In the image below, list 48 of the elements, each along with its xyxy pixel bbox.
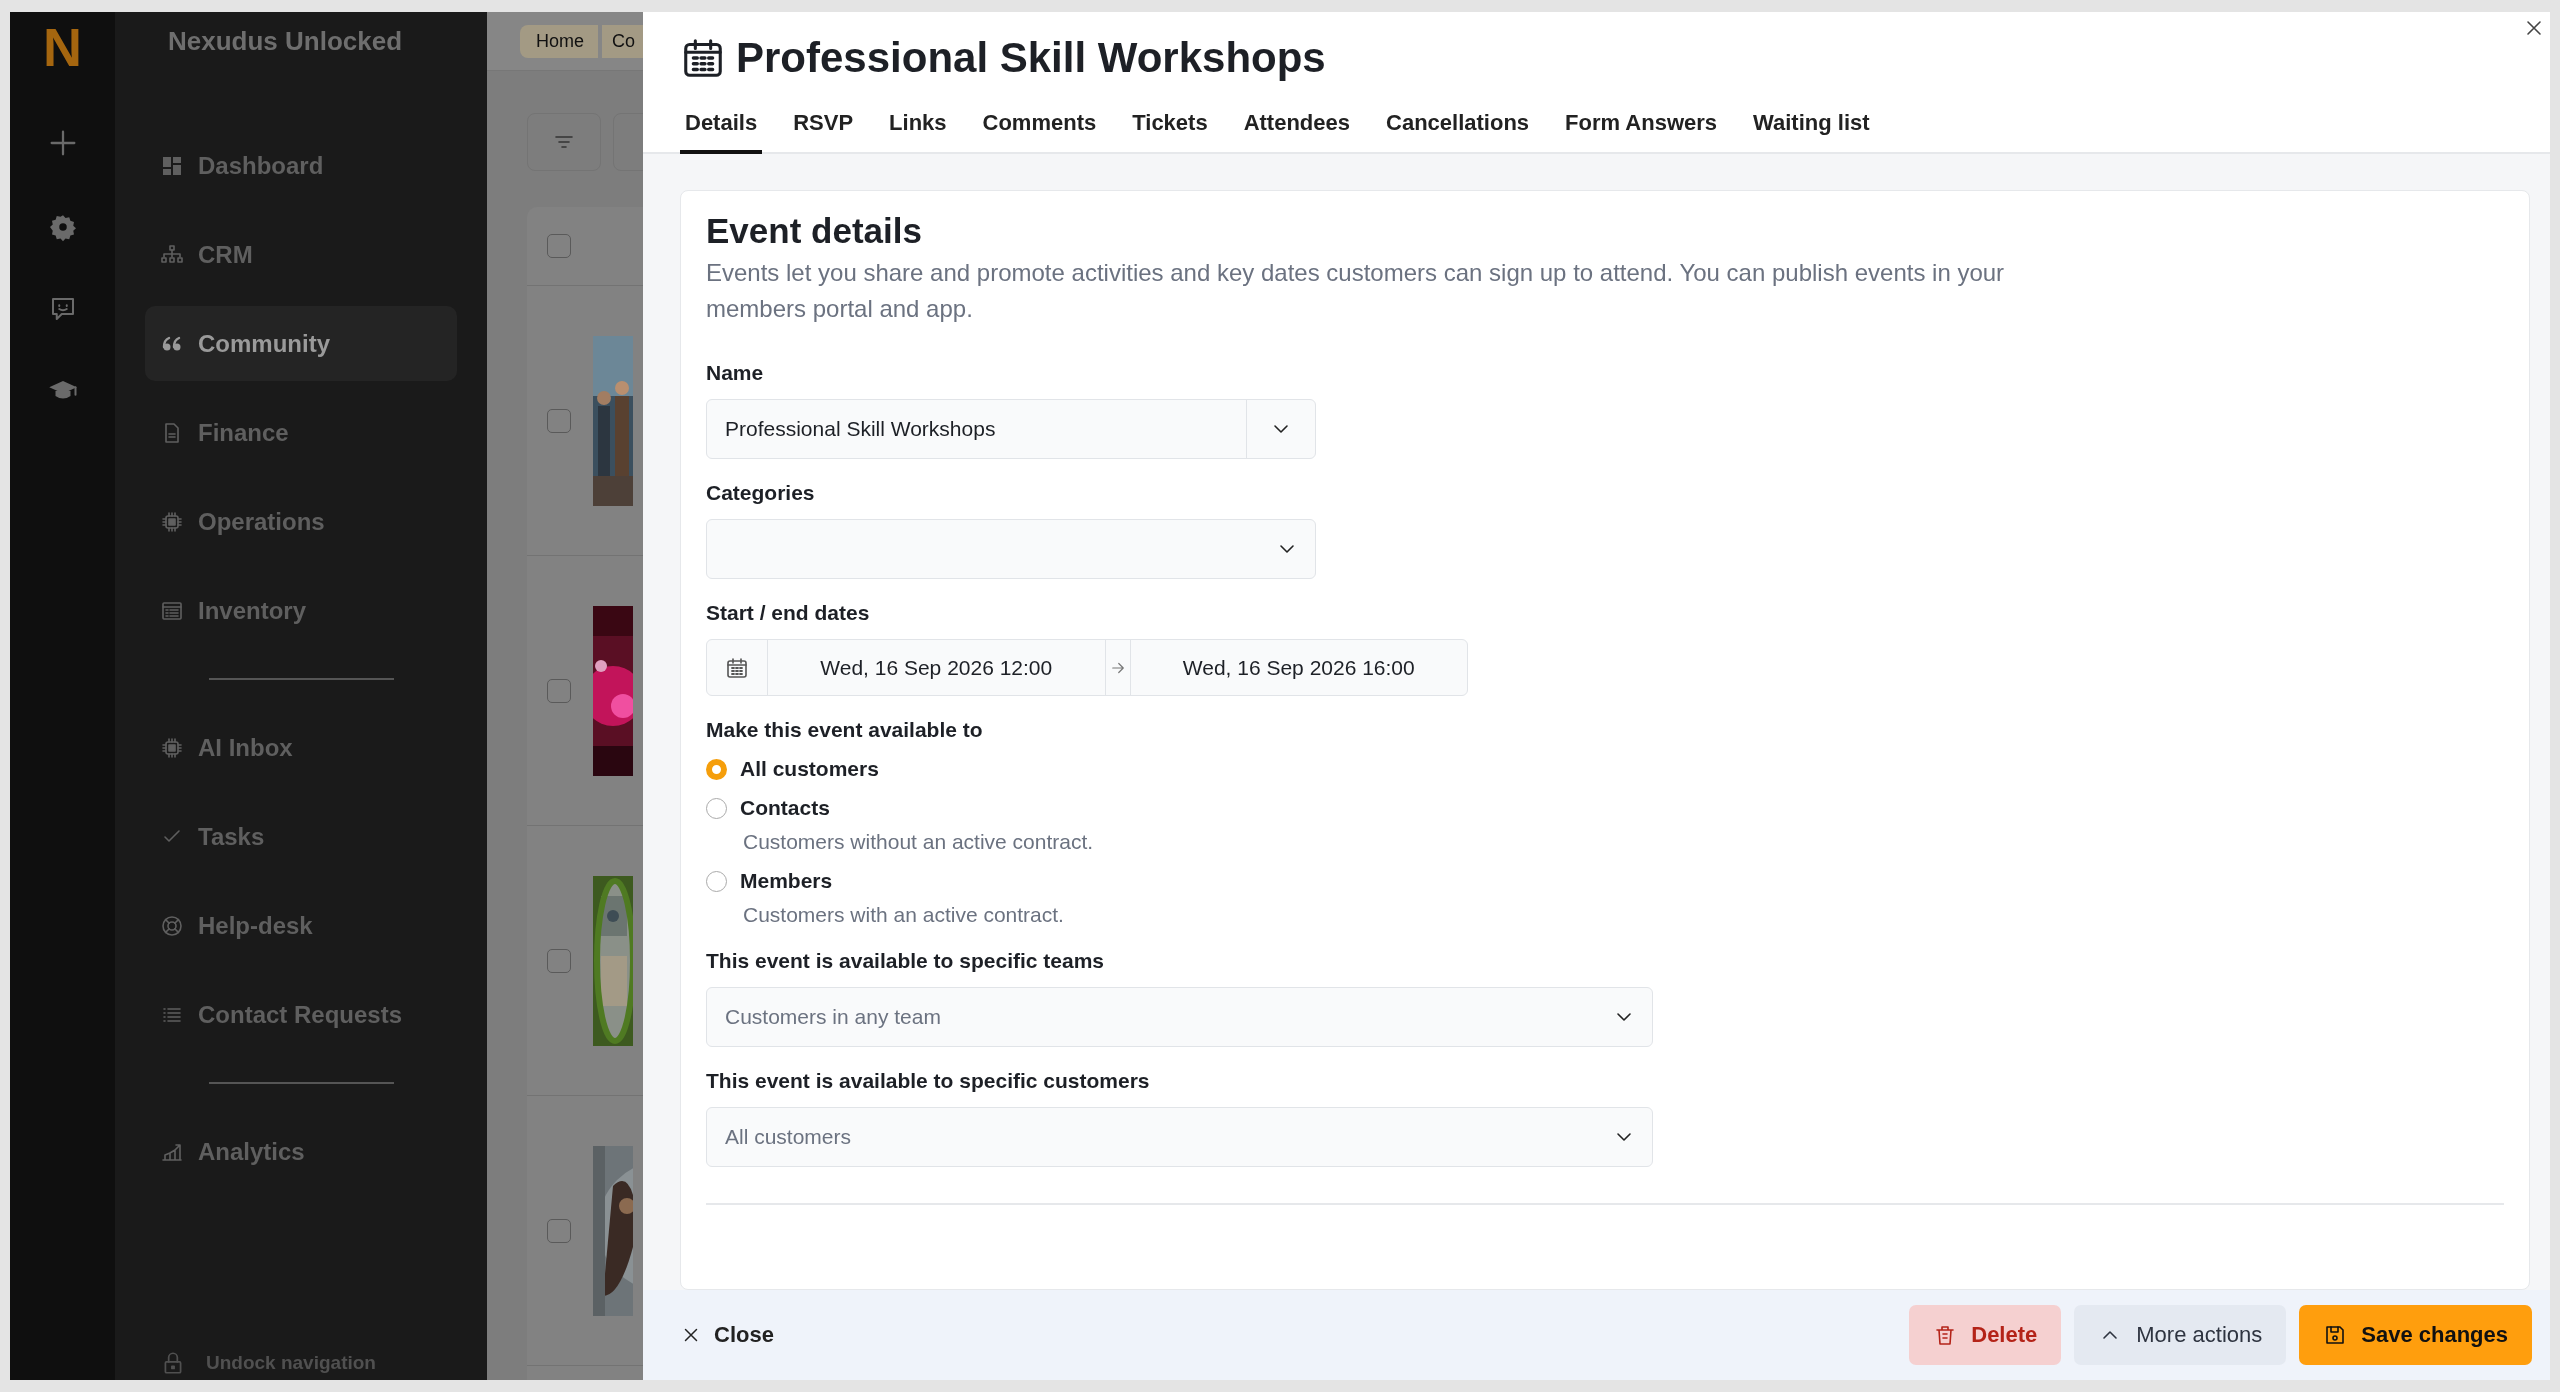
settings-icon[interactable]	[47, 212, 78, 242]
tab[interactable]: Attendees	[1225, 100, 1368, 154]
field-label: Make this event available to	[706, 718, 984, 742]
teams-select[interactable]: Customers in any team	[706, 987, 1653, 1047]
field-label: This event is available to specific teams	[706, 949, 1105, 973]
radio-button[interactable]	[706, 870, 727, 892]
logo: N	[43, 20, 82, 74]
customers-select[interactable]: All customers	[706, 1107, 1653, 1167]
checkbox[interactable]	[547, 1218, 571, 1243]
radio-button[interactable]	[706, 797, 727, 819]
tab[interactable]: Tickets	[1114, 100, 1226, 154]
save-button[interactable]: Save changes	[2299, 1305, 2532, 1365]
radio-button[interactable]	[706, 758, 727, 780]
tab[interactable]: Links	[871, 100, 965, 154]
close-button[interactable]: Close	[680, 1322, 774, 1348]
checkbox[interactable]	[547, 678, 571, 703]
app-title: Nexudus Unlocked	[167, 25, 404, 58]
name-field[interactable]: Professional Skill Workshops	[706, 399, 1316, 459]
nav-item[interactable]: Community	[145, 306, 457, 381]
delete-button[interactable]: Delete	[1909, 1305, 2062, 1365]
option-label: Members	[740, 869, 833, 893]
tab[interactable]: Form Answers	[1547, 100, 1736, 154]
tab[interactable]: Waiting list	[1735, 100, 1888, 154]
option-label: Contacts	[740, 796, 830, 820]
tab[interactable]: Cancellations	[1368, 100, 1548, 154]
option-description: Customers with an active contract.	[742, 903, 1065, 927]
tab[interactable]: Comments	[964, 100, 1115, 154]
chip-icon	[160, 735, 184, 760]
field-label: This event is available to specific customers	[706, 1069, 1151, 1093]
breadcrumb[interactable]: Home	[520, 24, 598, 58]
dialog-title: Professional Skill Workshops	[736, 34, 1326, 82]
lifebuoy-icon	[160, 913, 184, 938]
checkbox[interactable]	[547, 948, 571, 973]
option-label: All customers	[740, 757, 879, 781]
section-heading: Event details	[706, 211, 923, 251]
more-actions-button[interactable]: More actions	[2074, 1305, 2287, 1365]
checkbox[interactable]	[547, 408, 571, 433]
option-description: Customers without an active contract.	[742, 830, 1095, 854]
checkbox[interactable]	[547, 234, 571, 258]
chip-icon	[160, 509, 184, 534]
field-label: Categories	[706, 481, 816, 505]
categories-select[interactable]	[706, 519, 1316, 579]
field-label: Name	[706, 361, 765, 385]
breadcrumb[interactable]: Co	[602, 24, 643, 58]
field-label: Start / end dates	[706, 601, 871, 625]
tab[interactable]: RSVP	[775, 100, 872, 154]
filter-button[interactable]	[527, 113, 601, 171]
section-description: Events let you share and promote activities and key dates customers can sign up to attend. You can publish events in your members portal and app.	[706, 258, 2006, 324]
